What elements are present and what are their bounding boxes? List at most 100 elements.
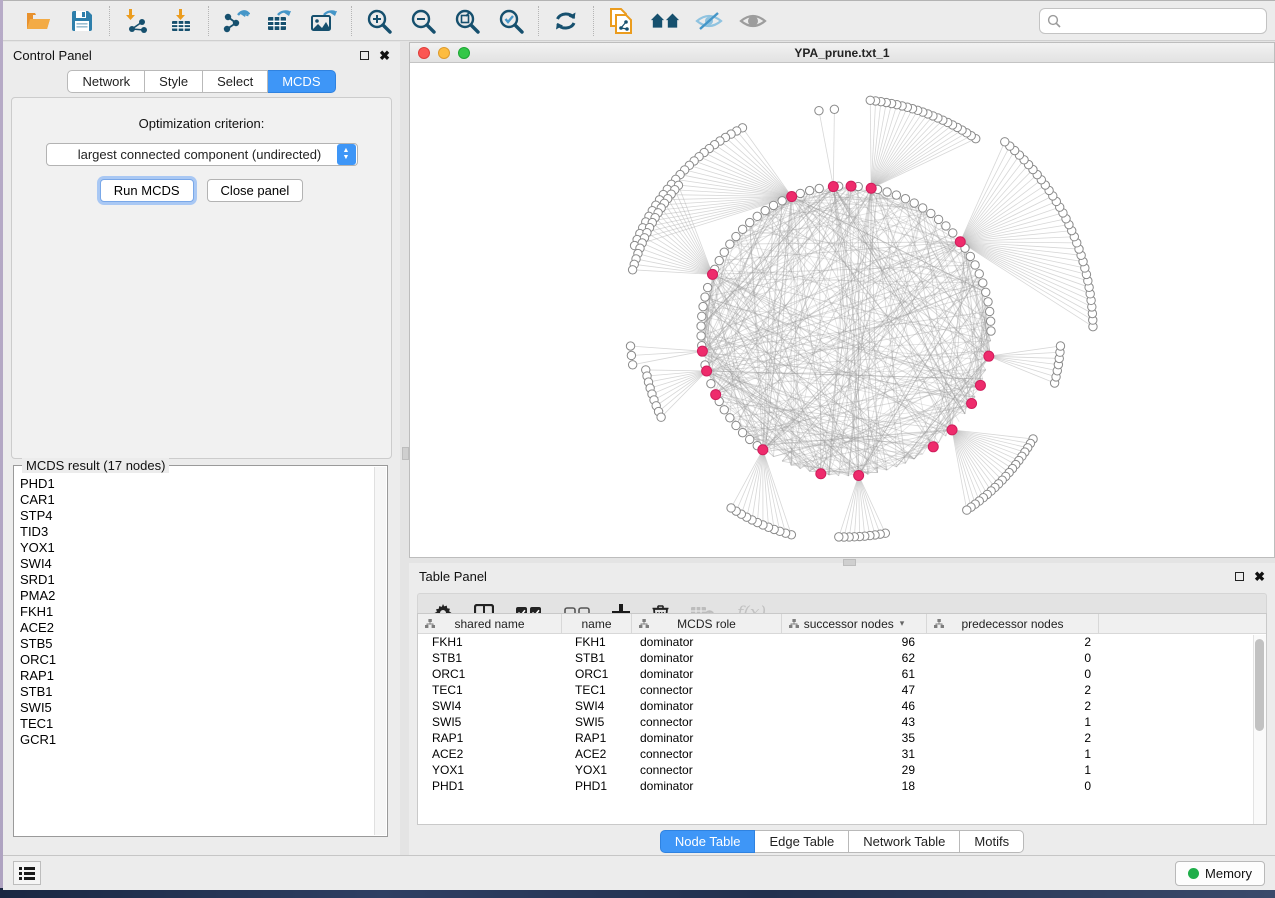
export-network-icon[interactable] bbox=[221, 7, 251, 35]
open-session-icon[interactable] bbox=[23, 7, 53, 35]
cell: ACE2 bbox=[562, 747, 632, 761]
cell: 0 bbox=[927, 667, 1099, 681]
network-canvas[interactable] bbox=[410, 64, 1274, 557]
mcds-result-item[interactable]: PHD1 bbox=[20, 476, 373, 492]
mcds-result-item[interactable]: GCR1 bbox=[20, 732, 373, 748]
table-row[interactable]: PHD1PHD1dominator180 bbox=[418, 778, 1266, 794]
minimize-window-icon[interactable] bbox=[438, 47, 450, 59]
task-history-button[interactable] bbox=[13, 861, 41, 885]
close-panel-icon[interactable]: ✖ bbox=[379, 51, 390, 60]
mcds-result-scrollbar[interactable] bbox=[374, 467, 386, 835]
control-panel-tabs: NetworkStyleSelectMCDS bbox=[3, 70, 400, 93]
table-scrollbar-thumb[interactable] bbox=[1255, 639, 1264, 731]
table-row[interactable]: ORC1ORC1dominator610 bbox=[418, 666, 1266, 682]
search-input[interactable] bbox=[1066, 14, 1259, 28]
close-panel-button[interactable]: Close panel bbox=[207, 179, 304, 202]
mcds-result-item[interactable]: RAP1 bbox=[20, 668, 373, 684]
show-all-icon[interactable] bbox=[738, 7, 768, 35]
tab-network-table[interactable]: Network Table bbox=[849, 830, 960, 853]
column-header-MCDS-role[interactable]: MCDS role bbox=[632, 614, 782, 633]
tab-edge-table[interactable]: Edge Table bbox=[755, 830, 849, 853]
cell: 29 bbox=[782, 763, 927, 777]
memory-button[interactable]: Memory bbox=[1175, 861, 1265, 886]
close-window-icon[interactable] bbox=[418, 47, 430, 59]
network-graph[interactable] bbox=[410, 64, 1274, 557]
cell: SWI5 bbox=[562, 715, 632, 729]
export-table-icon[interactable] bbox=[265, 7, 295, 35]
import-table-icon[interactable] bbox=[166, 7, 196, 35]
cell: 2 bbox=[927, 699, 1099, 713]
tab-motifs[interactable]: Motifs bbox=[960, 830, 1024, 853]
chevron-down-icon: ▾ bbox=[900, 618, 905, 629]
table-row[interactable]: SWI5SWI5connector431 bbox=[418, 714, 1266, 730]
zoom-out-icon[interactable] bbox=[408, 7, 438, 35]
column-header-successor-nodes[interactable]: successor nodes▾ bbox=[782, 614, 927, 633]
mcds-result-item[interactable]: SWI5 bbox=[20, 700, 373, 716]
hide-selected-icon[interactable] bbox=[694, 7, 724, 35]
zoom-fit-icon[interactable] bbox=[452, 7, 482, 35]
table-row[interactable]: FKH1FKH1dominator962 bbox=[418, 634, 1266, 650]
mcds-result-item[interactable]: ORC1 bbox=[20, 652, 373, 668]
column-header-predecessor-nodes[interactable]: predecessor nodes bbox=[927, 614, 1099, 633]
mcds-result-item[interactable]: ACE2 bbox=[20, 620, 373, 636]
duplicate-network-icon[interactable] bbox=[606, 7, 636, 35]
table-scrollbar[interactable] bbox=[1253, 635, 1266, 824]
mcds-result-item[interactable]: STB5 bbox=[20, 636, 373, 652]
mcds-result-item[interactable]: PMA2 bbox=[20, 588, 373, 604]
network-view-titlebar[interactable]: YPA_prune.txt_1 bbox=[410, 43, 1274, 63]
hierarchy-icon bbox=[789, 618, 799, 632]
export-image-icon[interactable] bbox=[309, 7, 339, 35]
cell: STB1 bbox=[562, 651, 632, 665]
horizontal-splitter-grip[interactable] bbox=[843, 559, 856, 566]
table-row[interactable]: TEC1TEC1connector472 bbox=[418, 682, 1266, 698]
save-session-icon[interactable] bbox=[67, 7, 97, 35]
table-row[interactable]: YOX1YOX1connector291 bbox=[418, 762, 1266, 778]
mcds-result-item[interactable]: CAR1 bbox=[20, 492, 373, 508]
tab-style[interactable]: Style bbox=[145, 70, 203, 93]
cell: 1 bbox=[927, 747, 1099, 761]
first-neighbors-icon[interactable] bbox=[650, 7, 680, 35]
mcds-result-item[interactable]: SWI4 bbox=[20, 556, 373, 572]
tab-mcds[interactable]: MCDS bbox=[268, 70, 335, 93]
tab-select[interactable]: Select bbox=[203, 70, 268, 93]
search-box[interactable] bbox=[1039, 8, 1267, 34]
mcds-result-item[interactable]: STP4 bbox=[20, 508, 373, 524]
table-row[interactable]: RAP1RAP1dominator352 bbox=[418, 730, 1266, 746]
table-row[interactable]: STB1STB1dominator620 bbox=[418, 650, 1266, 666]
mcds-result-item[interactable]: FKH1 bbox=[20, 604, 373, 620]
mcds-result-item[interactable]: YOX1 bbox=[20, 540, 373, 556]
cell: 1 bbox=[927, 763, 1099, 777]
status-bar: Memory bbox=[3, 855, 1275, 890]
vertical-splitter[interactable] bbox=[402, 42, 409, 855]
float-table-panel-icon[interactable] bbox=[1235, 572, 1244, 581]
cell: TEC1 bbox=[418, 683, 562, 697]
criterion-dropdown[interactable]: largest connected component (undirected)… bbox=[46, 143, 358, 166]
table-row[interactable]: ACE2ACE2connector311 bbox=[418, 746, 1266, 762]
maximize-window-icon[interactable] bbox=[458, 47, 470, 59]
column-header-shared-name[interactable]: shared name bbox=[418, 614, 562, 633]
refresh-layout-icon[interactable] bbox=[551, 7, 581, 35]
tab-network[interactable]: Network bbox=[67, 70, 145, 93]
mcds-result-item[interactable]: STB1 bbox=[20, 684, 373, 700]
cell: 96 bbox=[782, 635, 927, 649]
float-panel-icon[interactable] bbox=[360, 51, 369, 60]
memory-status-icon bbox=[1188, 868, 1199, 879]
cell: 35 bbox=[782, 731, 927, 745]
splitter-grip[interactable] bbox=[402, 447, 409, 460]
network-view-window: YPA_prune.txt_1 bbox=[409, 42, 1275, 558]
zoom-in-icon[interactable] bbox=[364, 7, 394, 35]
mcds-result-item[interactable]: SRD1 bbox=[20, 572, 373, 588]
close-table-panel-icon[interactable]: ✖ bbox=[1254, 572, 1265, 581]
zoom-selected-icon[interactable] bbox=[496, 7, 526, 35]
run-mcds-button[interactable]: Run MCDS bbox=[100, 179, 194, 202]
mcds-result-item[interactable]: TID3 bbox=[20, 524, 373, 540]
table-panel: Table Panel ✖ bbox=[409, 563, 1275, 855]
tab-node-table[interactable]: Node Table bbox=[660, 830, 756, 853]
cell: 62 bbox=[782, 651, 927, 665]
column-header-name[interactable]: name bbox=[562, 614, 632, 633]
cell: dominator bbox=[632, 667, 782, 681]
import-network-icon[interactable] bbox=[122, 7, 152, 35]
cell: connector bbox=[632, 683, 782, 697]
table-row[interactable]: SWI4SWI4dominator462 bbox=[418, 698, 1266, 714]
mcds-result-item[interactable]: TEC1 bbox=[20, 716, 373, 732]
